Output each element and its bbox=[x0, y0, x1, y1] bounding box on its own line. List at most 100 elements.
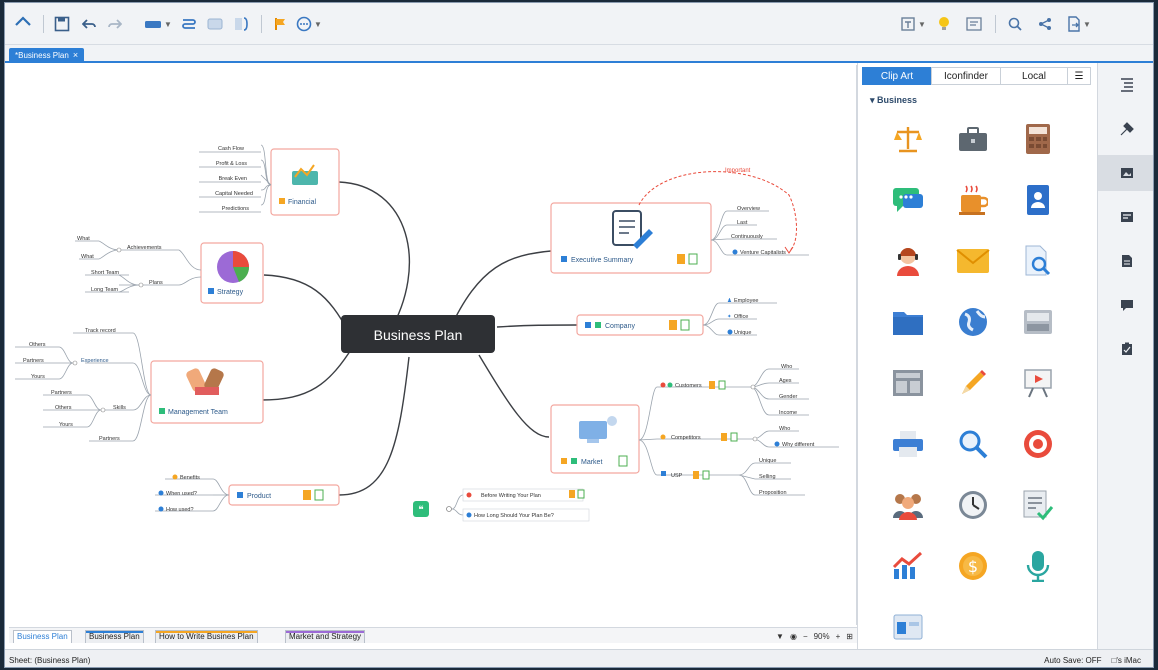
inbox-icon[interactable] bbox=[1018, 302, 1058, 342]
printer-icon[interactable] bbox=[888, 424, 928, 464]
tab-clip-art[interactable]: Clip Art bbox=[862, 67, 932, 85]
contact-book-icon[interactable] bbox=[1018, 180, 1058, 220]
financial-item-1[interactable]: Cash Flow bbox=[218, 146, 244, 152]
floating-topic[interactable]: ❝ Before Writing Your Plan How Long Shou… bbox=[413, 488, 590, 522]
coin-icon[interactable]: $ bbox=[953, 546, 993, 586]
insert-topic-button[interactable]: ▼ bbox=[143, 13, 173, 35]
magnifier-icon[interactable] bbox=[953, 424, 993, 464]
undo-button[interactable] bbox=[79, 13, 99, 35]
topic-financial[interactable]: Financial bbox=[270, 148, 340, 216]
signed-document-icon[interactable] bbox=[1018, 485, 1058, 525]
usp-label[interactable]: USP bbox=[671, 473, 683, 479]
usp-unique[interactable]: Unique bbox=[759, 458, 776, 464]
redo-button[interactable] bbox=[105, 13, 125, 35]
experience-label[interactable]: Experience bbox=[81, 358, 109, 364]
notes-icon[interactable] bbox=[1098, 243, 1153, 279]
zoom-level[interactable]: 90% bbox=[814, 632, 830, 641]
benefits-label[interactable]: Benefits bbox=[180, 475, 200, 481]
idea-bulb-icon[interactable] bbox=[935, 13, 953, 35]
plans-label[interactable]: Plans bbox=[149, 280, 163, 286]
growth-chart-icon[interactable] bbox=[888, 546, 928, 586]
coffee-icon[interactable] bbox=[953, 180, 993, 220]
envelope-icon[interactable] bbox=[953, 241, 993, 281]
topic-management-team[interactable]: Management Team bbox=[150, 360, 264, 424]
comments-icon[interactable] bbox=[1098, 287, 1153, 323]
target-icon[interactable] bbox=[1018, 424, 1058, 464]
yours-label-2[interactable]: Yours bbox=[59, 422, 73, 428]
topic-company[interactable]: Company bbox=[576, 314, 704, 336]
clock-icon[interactable] bbox=[953, 485, 993, 525]
customers-ages[interactable]: Ages bbox=[779, 378, 792, 384]
strategy-what-1[interactable]: What bbox=[77, 236, 90, 242]
panel-menu-icon[interactable]: ☰ bbox=[1067, 67, 1091, 85]
map-icon[interactable] bbox=[1098, 199, 1153, 235]
how-used-label[interactable]: How used? bbox=[166, 507, 194, 513]
yours-label-1[interactable]: Yours bbox=[31, 374, 45, 380]
customers-income[interactable]: Income bbox=[779, 410, 797, 416]
long-term-label[interactable]: Long Team bbox=[91, 287, 119, 293]
zoom-in-button[interactable]: + bbox=[836, 632, 841, 641]
search-icon[interactable] bbox=[1005, 13, 1025, 35]
partners-label-1[interactable]: Partners bbox=[23, 358, 44, 364]
save-button[interactable] bbox=[51, 13, 73, 35]
achievements-label[interactable]: Achievements bbox=[127, 245, 162, 251]
format-icon[interactable] bbox=[1098, 67, 1153, 103]
icons-icon[interactable] bbox=[1098, 111, 1153, 147]
financial-item-5[interactable]: Predictions bbox=[222, 206, 249, 212]
usp-proposition[interactable]: Proposition bbox=[759, 490, 787, 496]
relationship-icon[interactable] bbox=[179, 13, 199, 35]
before-writing-label[interactable]: Before Writing Your Plan bbox=[481, 493, 541, 499]
company-item-1[interactable]: Employee bbox=[734, 298, 758, 304]
financial-item-4[interactable]: Capital Needed bbox=[215, 191, 253, 197]
sheet-tab-4[interactable]: Market and Strategy bbox=[285, 630, 366, 643]
executive-item-1[interactable]: Overview bbox=[737, 206, 760, 212]
customers-label[interactable]: Customers bbox=[675, 383, 702, 389]
financial-item-2[interactable]: Profit & Loss bbox=[216, 161, 247, 167]
summary-icon[interactable] bbox=[231, 13, 251, 35]
sheet-tab-1[interactable]: Business Plan bbox=[13, 630, 72, 643]
layout-icon[interactable] bbox=[888, 363, 928, 403]
strategy-what-2[interactable]: What bbox=[81, 254, 94, 260]
competitors-why-different[interactable]: Why different bbox=[782, 442, 815, 448]
microphone-icon[interactable] bbox=[1018, 546, 1058, 586]
calculator-icon[interactable] bbox=[1018, 119, 1058, 159]
partners-label-2[interactable]: Partners bbox=[51, 390, 72, 396]
share-icon[interactable] bbox=[1035, 13, 1055, 35]
support-agent-icon[interactable] bbox=[888, 241, 928, 281]
home-button[interactable] bbox=[11, 13, 35, 35]
boundary-icon[interactable] bbox=[205, 13, 225, 35]
clip-art-icon[interactable] bbox=[1098, 155, 1153, 191]
zoom-out-button[interactable]: − bbox=[803, 632, 808, 641]
briefcase-icon[interactable] bbox=[953, 119, 993, 159]
document-search-icon[interactable] bbox=[1018, 241, 1058, 281]
autosave-status[interactable]: Auto Save: OFF bbox=[1044, 656, 1101, 665]
short-term-label[interactable]: Short Team bbox=[91, 270, 119, 276]
window-icon[interactable] bbox=[888, 607, 928, 647]
topic-executive-summary[interactable]: Executive Summary bbox=[550, 202, 712, 274]
topic-market[interactable]: Market bbox=[550, 404, 640, 474]
user-name[interactable]: □'s iMac bbox=[1112, 656, 1141, 665]
usp-selling[interactable]: Selling bbox=[759, 474, 776, 480]
company-item-3[interactable]: Unique bbox=[734, 330, 751, 336]
partners-label[interactable]: Partners bbox=[99, 436, 120, 442]
executive-item-3[interactable]: Continuously bbox=[731, 234, 763, 240]
skills-label[interactable]: Skills bbox=[113, 405, 126, 411]
competitors-who[interactable]: Who bbox=[779, 426, 790, 432]
track-record-label[interactable]: Track record bbox=[85, 328, 116, 334]
category-title[interactable]: ▾ Business bbox=[870, 95, 917, 106]
globe-icon[interactable] bbox=[953, 302, 993, 342]
team-icon[interactable] bbox=[888, 485, 928, 525]
sheet-tab-2[interactable]: Business Plan bbox=[85, 630, 144, 643]
financial-item-3[interactable]: Break Even bbox=[219, 176, 247, 182]
topic-product[interactable]: Product bbox=[228, 484, 340, 506]
scales-icon[interactable] bbox=[888, 119, 928, 159]
document-tab[interactable]: *Business Plan × bbox=[9, 48, 85, 63]
others-label-1[interactable]: Others bbox=[29, 342, 46, 348]
relationship-label[interactable]: Important bbox=[725, 168, 751, 174]
task-icon[interactable] bbox=[1098, 331, 1153, 367]
fit-icon[interactable]: ⊞ bbox=[846, 632, 853, 641]
pencil-icon[interactable] bbox=[953, 363, 993, 403]
close-icon[interactable]: × bbox=[73, 51, 78, 63]
company-item-2[interactable]: Office bbox=[734, 314, 748, 320]
customers-who[interactable]: Who bbox=[781, 364, 792, 370]
